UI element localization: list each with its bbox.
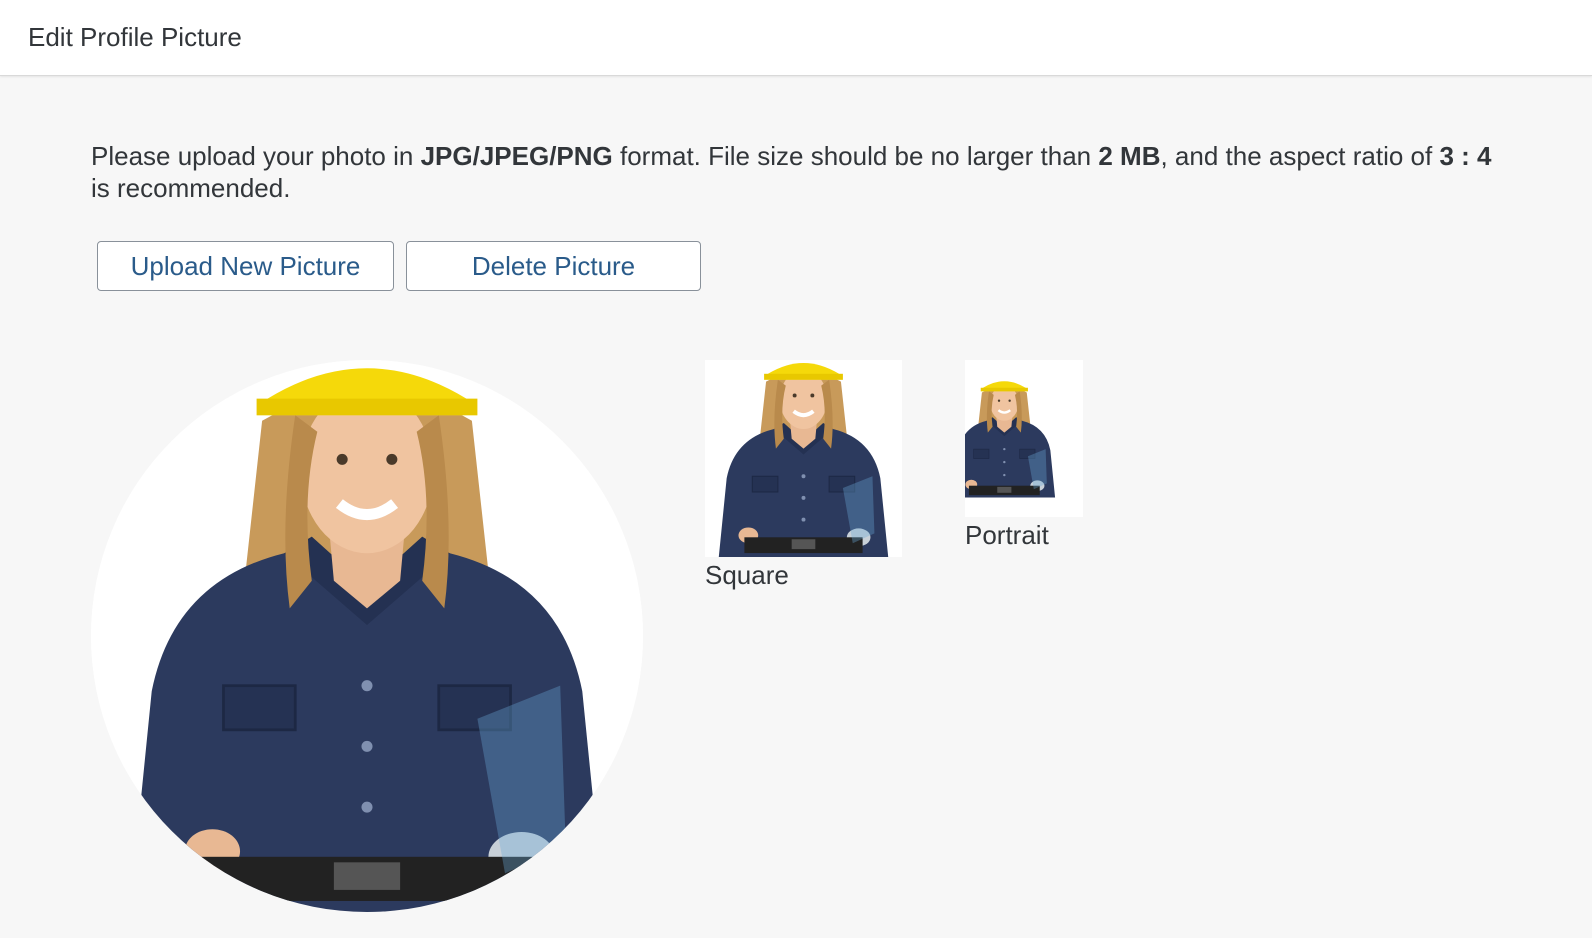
upload-instructions: Please upload your photo in JPG/JPEG/PNG… [91,140,1511,204]
instructions-size: 2 MB [1098,141,1161,171]
profile-picture-portrait-preview [965,360,1083,517]
profile-picture-square-preview [705,360,902,557]
square-preview-label: Square [705,560,789,590]
page-header: Edit Profile Picture [0,0,1592,76]
profile-picture-circle-preview [91,360,643,912]
delete-picture-button[interactable]: Delete Picture [406,241,701,291]
instructions-text-3: , and the aspect ratio of [1160,141,1440,171]
instructions-ratio: 3 : 4 [1439,141,1492,171]
instructions-text-2: format. File size should be no larger th… [612,141,1099,171]
instructions-text-1: Please upload your photo in [91,141,421,171]
upload-new-picture-button[interactable]: Upload New Picture [97,241,394,291]
portrait-photo-image [965,360,1083,517]
page-title: Edit Profile Picture [28,22,242,52]
profile-photo-image [91,360,643,912]
square-photo-image [705,360,902,557]
portrait-preview-label: Portrait [965,520,1049,550]
instructions-text-4: is recommended. [91,173,291,203]
instructions-format: JPG/JPEG/PNG [420,141,613,171]
